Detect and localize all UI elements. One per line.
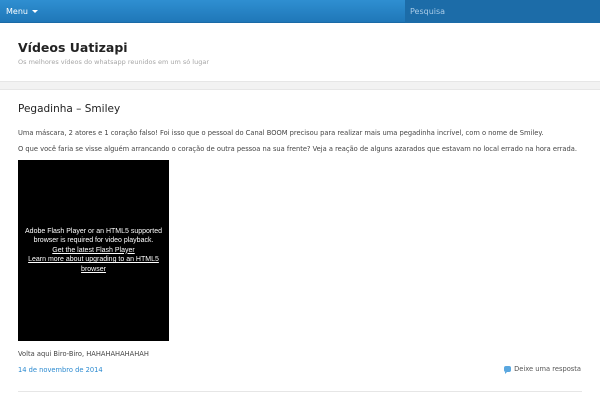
site-title-link[interactable]: Vídeos Uatizapi	[18, 40, 128, 55]
chevron-down-icon	[31, 10, 38, 13]
menu-toggle-button[interactable]: Menu	[6, 0, 38, 22]
post-article: Pegadinha – Smiley Uma máscara, 2 atores…	[0, 89, 600, 400]
leave-reply-link[interactable]: Deixe uma resposta	[504, 365, 581, 374]
site-header: Vídeos Uatizapi Os melhores vídeos do wh…	[0, 23, 600, 82]
post-paragraph-1: Uma máscara, 2 atores e 1 coração falso!…	[18, 129, 544, 137]
leave-reply-label: Deixe uma resposta	[514, 365, 581, 373]
upgrade-html5-browser-link[interactable]: Learn more about upgrading to an HTML5 b…	[24, 255, 163, 274]
search-input[interactable]	[405, 0, 600, 23]
menu-label: Menu	[6, 6, 28, 16]
post-date-link[interactable]: 14 de novembro de 2014	[18, 366, 103, 374]
video-fallback-message: Adobe Flash Player or an HTML5 supported…	[25, 227, 162, 245]
post-paragraph-2: O que você faria se visse alguém arranca…	[18, 145, 577, 153]
post-title-link[interactable]: Pegadinha – Smiley	[18, 103, 120, 115]
post-paragraph-3: Volta aqui Biro-Biro, HAHAHAHAHAHAH	[18, 350, 149, 358]
video-player[interactable]: Adobe Flash Player or an HTML5 supported…	[18, 160, 169, 341]
site-tagline: Os melhores vídeos do whatsapp reunidos …	[18, 58, 209, 66]
post-divider	[18, 391, 582, 392]
get-flash-player-link[interactable]: Get the latest Flash Player	[52, 246, 134, 256]
top-navigation-bar: Menu	[0, 0, 600, 23]
comment-icon	[504, 366, 512, 374]
